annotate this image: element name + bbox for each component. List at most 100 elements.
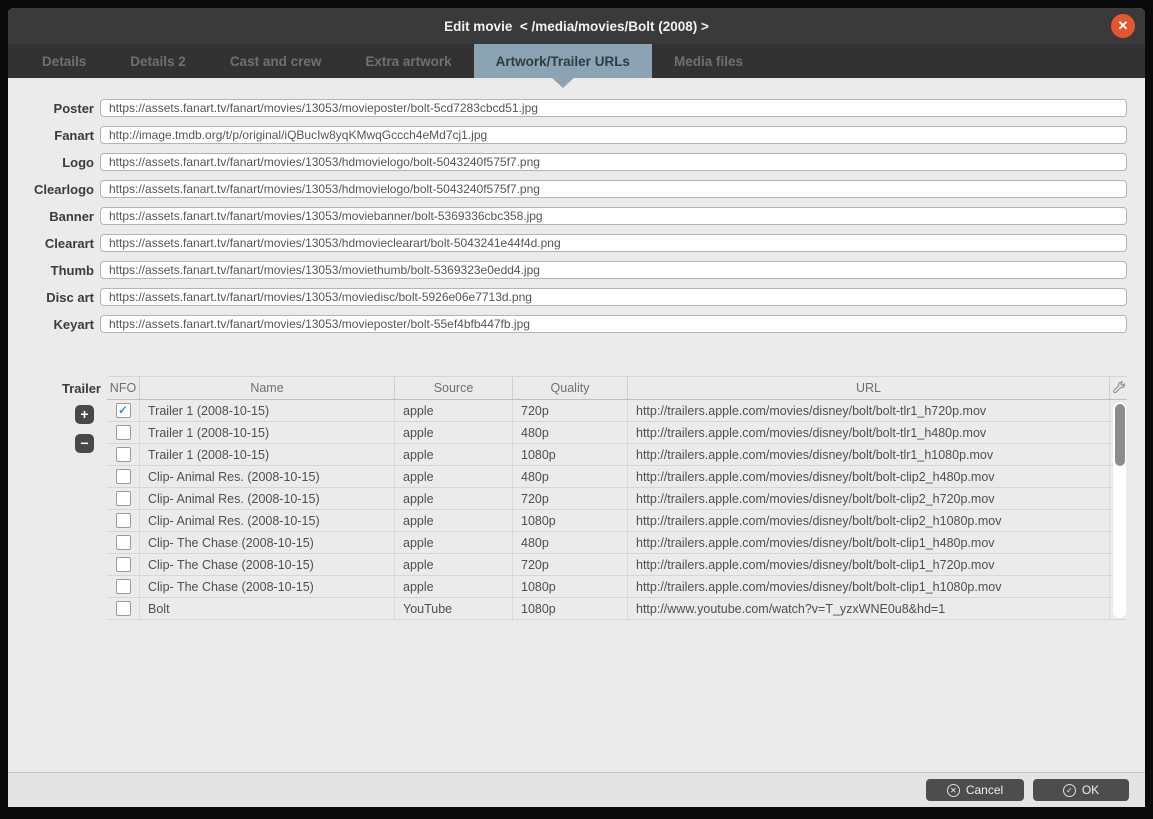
trailer-row-4[interactable]: Clip- Animal Res. (2008-10-15) apple 480…	[107, 466, 1127, 488]
column-settings-button[interactable]	[1110, 377, 1127, 399]
thumb-input[interactable]	[100, 261, 1127, 279]
nfo-checkbox[interactable]	[116, 579, 131, 594]
nfo-checkbox[interactable]	[116, 513, 131, 528]
trailer-quality: 720p	[513, 400, 628, 421]
trailer-name: Clip- The Chase (2008-10-15)	[140, 554, 395, 575]
trailer-row-8[interactable]: Clip- The Chase (2008-10-15) apple 720p …	[107, 554, 1127, 576]
nfo-checkbox[interactable]	[116, 535, 131, 550]
keyart-input[interactable]	[100, 315, 1127, 333]
form-row-banner: Banner	[8, 207, 1127, 225]
tab-bar: Details Details 2 Cast and crew Extra ar…	[8, 44, 1145, 78]
trailer-source: apple	[395, 422, 513, 443]
column-header-source[interactable]: Source	[395, 377, 513, 399]
trailer-source: apple	[395, 576, 513, 597]
clearart-input[interactable]	[100, 234, 1127, 252]
trailer-source: apple	[395, 466, 513, 487]
fanart-label: Fanart	[8, 128, 94, 143]
column-header-nfo[interactable]: NFO	[107, 377, 140, 399]
tab-cast-and-crew[interactable]: Cast and crew	[208, 44, 344, 78]
trailer-quality: 1080p	[513, 444, 628, 465]
fanart-input[interactable]	[100, 126, 1127, 144]
trailer-row-10[interactable]: Bolt YouTube 1080p http://www.youtube.co…	[107, 598, 1127, 620]
table-scrollbar[interactable]	[1113, 402, 1126, 618]
footer-bar: ✕ Cancel ✓ OK	[8, 772, 1145, 807]
trailer-source: apple	[395, 444, 513, 465]
form-row-disc-art: Disc art	[8, 288, 1127, 306]
tab-media-files[interactable]: Media files	[652, 44, 765, 78]
nfo-checkbox[interactable]	[116, 601, 131, 616]
nfo-checkbox[interactable]	[116, 447, 131, 462]
trailer-row-9[interactable]: Clip- The Chase (2008-10-15) apple 1080p…	[107, 576, 1127, 598]
trailer-url: http://trailers.apple.com/movies/disney/…	[628, 576, 1110, 597]
ok-label: OK	[1082, 783, 1099, 797]
trailer-name: Clip- Animal Res. (2008-10-15)	[140, 488, 395, 509]
trailer-source: YouTube	[395, 598, 513, 619]
trailer-row-5[interactable]: Clip- Animal Res. (2008-10-15) apple 720…	[107, 488, 1127, 510]
logo-label: Logo	[8, 155, 94, 170]
trailer-quality: 480p	[513, 532, 628, 553]
trailer-row-2[interactable]: Trailer 1 (2008-10-15) apple 480p http:/…	[107, 422, 1127, 444]
trailer-url: http://trailers.apple.com/movies/disney/…	[628, 466, 1110, 487]
trailer-url: http://trailers.apple.com/movies/disney/…	[628, 488, 1110, 509]
tab-details-2[interactable]: Details 2	[108, 44, 208, 78]
disc-art-input[interactable]	[100, 288, 1127, 306]
close-button[interactable]: ✕	[1111, 14, 1135, 38]
nfo-checkbox[interactable]	[116, 425, 131, 440]
disc-art-label: Disc art	[8, 290, 94, 305]
trailer-name: Trailer 1 (2008-10-15)	[140, 400, 395, 421]
trailer-name: Trailer 1 (2008-10-15)	[140, 422, 395, 443]
poster-input[interactable]	[100, 99, 1127, 117]
cancel-icon: ✕	[947, 784, 960, 797]
nfo-checkbox[interactable]	[116, 557, 131, 572]
trailer-row-3[interactable]: Trailer 1 (2008-10-15) apple 1080p http:…	[107, 444, 1127, 466]
trailer-row-1[interactable]: ✓ Trailer 1 (2008-10-15) apple 720p http…	[107, 400, 1127, 422]
form-row-clearart: Clearart	[8, 234, 1127, 252]
close-icon: ✕	[1118, 18, 1129, 34]
trailer-url: http://trailers.apple.com/movies/disney/…	[628, 444, 1110, 465]
trailer-name: Clip- The Chase (2008-10-15)	[140, 576, 395, 597]
thumb-label: Thumb	[8, 263, 94, 278]
trailer-row-6[interactable]: Clip- Animal Res. (2008-10-15) apple 108…	[107, 510, 1127, 532]
logo-input[interactable]	[100, 153, 1127, 171]
nfo-checkbox[interactable]: ✓	[116, 403, 131, 418]
trailer-url: http://trailers.apple.com/movies/disney/…	[628, 532, 1110, 553]
column-header-quality[interactable]: Quality	[513, 377, 628, 399]
trailer-row-7[interactable]: Clip- The Chase (2008-10-15) apple 480p …	[107, 532, 1127, 554]
trailer-quality: 1080p	[513, 576, 628, 597]
column-header-url[interactable]: URL	[628, 377, 1110, 399]
nfo-checkbox[interactable]	[116, 469, 131, 484]
trailer-name: Trailer 1 (2008-10-15)	[140, 444, 395, 465]
banner-input[interactable]	[100, 207, 1127, 225]
tab-extra-artwork[interactable]: Extra artwork	[343, 44, 473, 78]
form-row-keyart: Keyart	[8, 315, 1127, 333]
trailer-quality: 1080p	[513, 598, 628, 619]
trailer-quality: 1080p	[513, 510, 628, 531]
edit-movie-dialog: Edit movie < /media/movies/Bolt (2008) >…	[8, 8, 1145, 807]
trailer-source: apple	[395, 554, 513, 575]
ok-button[interactable]: ✓ OK	[1033, 779, 1129, 801]
scrollbar-thumb[interactable]	[1115, 404, 1125, 466]
trailer-source: apple	[395, 510, 513, 531]
banner-label: Banner	[8, 209, 94, 224]
clearlogo-input[interactable]	[100, 180, 1127, 198]
cancel-button[interactable]: ✕ Cancel	[926, 779, 1024, 801]
tab-artwork-trailer-urls[interactable]: Artwork/Trailer URLs	[474, 44, 652, 78]
tab-details[interactable]: Details	[20, 44, 108, 78]
trailer-url: http://www.youtube.com/watch?v=T_yzxWNE0…	[628, 598, 1110, 619]
trailer-name: Bolt	[140, 598, 395, 619]
trailer-name: Clip- Animal Res. (2008-10-15)	[140, 510, 395, 531]
column-header-name[interactable]: Name	[140, 377, 395, 399]
poster-label: Poster	[8, 101, 94, 116]
trailer-url: http://trailers.apple.com/movies/disney/…	[628, 554, 1110, 575]
trailer-table: NFO Name Source Quality URL ✓	[107, 376, 1127, 620]
form-row-fanart: Fanart	[8, 126, 1127, 144]
form-row-logo: Logo	[8, 153, 1127, 171]
form-row-clearlogo: Clearlogo	[8, 180, 1127, 198]
add-trailer-button[interactable]: +	[75, 405, 94, 424]
nfo-checkbox[interactable]	[116, 491, 131, 506]
clearart-label: Clearart	[8, 236, 94, 251]
trailer-table-header: NFO Name Source Quality URL	[107, 376, 1127, 400]
window-title: Edit movie < /media/movies/Bolt (2008) >	[444, 19, 709, 34]
remove-trailer-button[interactable]: −	[75, 434, 94, 453]
clearlogo-label: Clearlogo	[8, 182, 94, 197]
